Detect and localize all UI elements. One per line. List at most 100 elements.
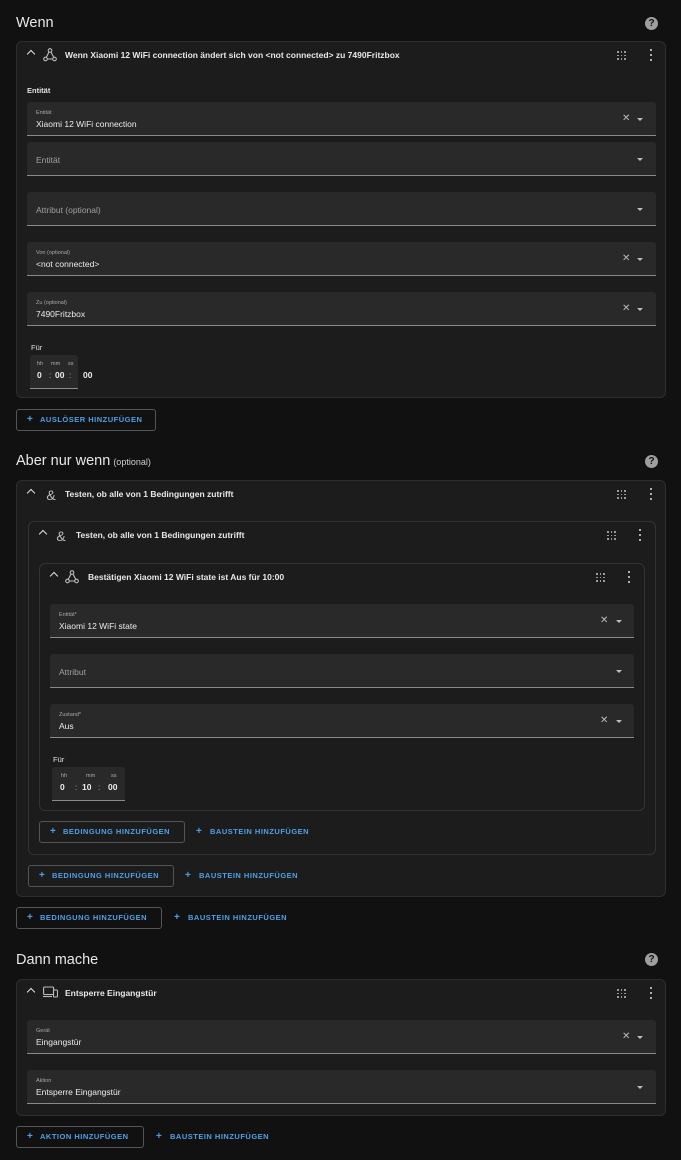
dots-vertical-icon[interactable] [638,529,642,543]
action-card-header[interactable]: Entsperre Eingangstür [17,980,665,1008]
conditions-heading-optional: (optional) [113,457,151,467]
condition-state-field[interactable]: Zustand* Aus ✕ [50,704,634,738]
help-icon[interactable]: ? [645,17,658,30]
condition-and-card-header[interactable]: & Testen, ob alle von 1 Bedingungen zutr… [17,481,665,509]
plus-icon: + [27,1131,34,1142]
chevron-up-icon[interactable] [26,49,36,59]
time-separator: : [75,783,78,792]
drag-handle-icon[interactable] [617,490,626,499]
button-label: AKTION HINZUFÜGEN [40,1132,129,1141]
condition-entity-field[interactable]: Entität* Xiaomi 12 WiFi state ✕ [50,604,634,638]
close-icon[interactable]: ✕ [622,113,630,124]
menu-down-icon[interactable] [637,1086,643,1089]
add-condition-button[interactable]: + BEDINGUNG HINZUFÜGEN [28,865,174,887]
hours-value[interactable]: 0 [60,782,65,792]
trigger-entity-field[interactable]: Entität Xiaomi 12 WiFi connection ✕ [27,102,656,136]
close-icon[interactable]: ✕ [622,253,630,264]
hours-label: hh [37,361,44,367]
trigger-from-field[interactable]: Von (optional) <not connected> ✕ [27,242,656,276]
condition-duration-input[interactable]: hh mm ss 0 : 10 : 00 [52,767,125,801]
plus-icon: + [185,870,192,881]
trigger-card-header[interactable]: Wenn Xiaomi 12 WiFi connection ändert si… [17,42,665,70]
field-value: Entsperre Eingangstür [36,1087,121,1097]
trigger-entity2-field[interactable]: Entität [27,142,656,176]
close-icon[interactable]: ✕ [600,615,608,626]
condition-attribute-field[interactable]: Attribut [50,654,634,688]
seconds-value[interactable]: 00 [83,370,92,380]
chevron-up-icon[interactable] [49,571,59,581]
add-condition-button[interactable]: + BEDINGUNG HINZUFÜGEN [16,907,162,929]
field-label: Entität [36,110,52,116]
field-label: Von (optional) [36,250,70,256]
trigger-card-title: Wenn Xiaomi 12 WiFi connection ändert si… [65,50,400,60]
field-label: Entität* [59,612,77,618]
drag-handle-icon[interactable] [596,573,605,582]
help-icon[interactable]: ? [645,953,658,966]
hours-value[interactable]: 0 [37,370,42,380]
trigger-duration-input[interactable]: hh mm ss 0 : 00 : 00 [30,355,92,389]
add-block-button[interactable]: + BAUSTEIN HINZUFÜGEN [185,865,298,887]
trigger-attribute-field[interactable]: Attribut (optional) [27,192,656,226]
chevron-up-icon[interactable] [38,529,48,539]
chevron-up-icon[interactable] [26,488,36,498]
menu-down-icon[interactable] [637,1036,643,1039]
button-label: BEDINGUNG HINZUFÜGEN [40,913,148,922]
condition-nested-and-card: & Testen, ob alle von 1 Bedingungen zutr… [28,521,656,855]
condition-nested-header[interactable]: & Testen, ob alle von 1 Bedingungen zutr… [29,522,655,550]
minutes-value[interactable]: 10 [82,782,91,792]
help-icon[interactable]: ? [645,455,658,468]
menu-down-icon[interactable] [616,670,622,673]
condition-and-card: & Testen, ob alle von 1 Bedingungen zutr… [16,480,666,897]
add-action-button[interactable]: + AKTION HINZUFÜGEN [16,1126,144,1148]
dots-vertical-icon[interactable] [649,987,653,1001]
chevron-up-icon[interactable] [26,987,36,997]
conditions-heading: Aber nur wenn (optional) [16,453,151,469]
time-separator: : [98,783,101,792]
for-label: Für [53,755,65,764]
action-device-field[interactable]: Gerät Eingangstür ✕ [27,1020,656,1054]
seconds-label: ss [111,773,117,779]
devices-icon [42,986,58,1002]
menu-down-icon[interactable] [637,308,643,311]
add-block-button[interactable]: + BAUSTEIN HINZUFÜGEN [174,907,287,929]
trigger-to-field[interactable]: Zu (optional) 7490Fritzbox ✕ [27,292,656,326]
plus-icon: + [39,870,46,881]
close-icon[interactable]: ✕ [600,715,608,726]
minutes-label: mm [86,773,96,779]
field-value: <not connected> [36,259,100,269]
menu-down-icon[interactable] [616,620,622,623]
state-machine-icon [64,570,80,586]
seconds-value[interactable]: 00 [108,782,117,792]
condition-state-title: Bestätigen Xiaomi 12 WiFi state ist Aus … [88,572,285,582]
menu-down-icon[interactable] [616,720,622,723]
actions-heading: Dann mache [16,952,99,968]
action-action-field[interactable]: Aktion Entsperre Eingangstür [27,1070,656,1104]
entity-section-label: Entität [27,86,51,95]
menu-down-icon[interactable] [637,258,643,261]
dots-vertical-icon[interactable] [627,571,631,585]
condition-state-header[interactable]: Bestätigen Xiaomi 12 WiFi state ist Aus … [40,564,644,592]
plus-icon: + [156,1131,163,1142]
dots-vertical-icon[interactable] [649,49,653,63]
menu-down-icon[interactable] [637,158,643,161]
add-trigger-button[interactable]: + AUSLÖSER HINZUFÜGEN [16,409,156,431]
menu-down-icon[interactable] [637,208,643,211]
add-condition-button[interactable]: + BEDINGUNG HINZUFÜGEN [39,821,185,843]
drag-handle-icon[interactable] [607,531,616,540]
condition-nested-title: Testen, ob alle von 1 Bedingungen zutrif… [76,530,245,540]
minutes-value[interactable]: 00 [55,370,64,380]
close-icon[interactable]: ✕ [622,303,630,314]
menu-down-icon[interactable] [637,118,643,121]
ampersand-icon: & [56,528,66,544]
add-block-button[interactable]: + BAUSTEIN HINZUFÜGEN [196,821,309,843]
plus-icon: + [174,912,181,923]
button-label: BAUSTEIN HINZUFÜGEN [170,1132,270,1141]
drag-handle-icon[interactable] [617,51,626,60]
add-block-button[interactable]: + BAUSTEIN HINZUFÜGEN [156,1126,269,1148]
dots-vertical-icon[interactable] [649,488,653,502]
field-value: Xiaomi 12 WiFi connection [36,119,137,129]
close-icon[interactable]: ✕ [622,1031,630,1042]
drag-handle-icon[interactable] [617,989,626,998]
action-card: Entsperre Eingangstür Gerät Eingangstür … [16,979,666,1116]
field-value: 7490Fritzbox [36,309,86,319]
